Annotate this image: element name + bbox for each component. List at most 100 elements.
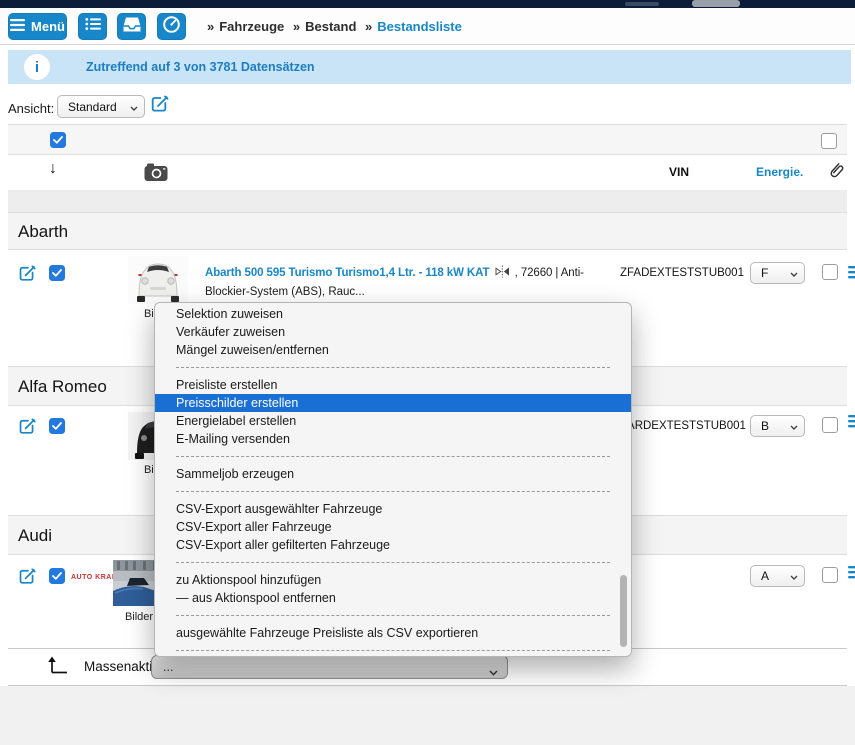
- view-select[interactable]: Standard: [57, 95, 145, 118]
- breadcrumb-separator: »: [293, 19, 300, 34]
- edit-row-icon[interactable]: [17, 566, 38, 592]
- menu-item[interactable]: Mängel zuweisen/entfernen: [155, 341, 631, 359]
- menu-item[interactable]: CSV-Export ausgewählter Fahrzeuge: [155, 500, 631, 518]
- brand-heading: Audi: [18, 526, 52, 546]
- select-all-band: [8, 124, 847, 155]
- inbox-button[interactable]: [117, 13, 146, 40]
- edit-row-icon[interactable]: [17, 263, 38, 289]
- vehicle-title-line: Abarth 500 595 Turismo Turismo1,4 Ltr. -…: [205, 265, 584, 281]
- chevron-down-icon: [790, 569, 798, 583]
- row-right-checkbox[interactable]: [822, 264, 838, 280]
- vehicle-vin: ZFADEXTESTSTUB001: [620, 267, 744, 279]
- hamburger-icon: [10, 18, 25, 36]
- main-toolbar: Menü » Fahrzeuge » Bestand » Bestandsliste: [0, 8, 855, 45]
- bestandsliste-page: Menü »Fahrzeuge »Bestand »Bestandsliste …: [0, 0, 855, 745]
- breadcrumb: » Fahrzeuge » Bestand » Bestandsliste: [202, 19, 462, 34]
- energy-class-select[interactable]: F: [750, 262, 805, 284]
- dealer-logo-text: AUTO KRAL: [71, 574, 117, 581]
- menu-item[interactable]: ausgewählte Fahrzeuge Preisliste als CSV…: [155, 624, 631, 642]
- result-info-bar: i Zutreffend auf 3 von 3781 Datensätzen: [8, 50, 851, 84]
- menu-item[interactable]: — aus Aktionspool entfernen: [155, 589, 631, 607]
- chevron-down-icon: [790, 266, 798, 280]
- select-all-checkbox[interactable]: [50, 132, 66, 148]
- window-chrome-fragment: [692, 0, 740, 7]
- energy-class-value: A: [761, 569, 769, 583]
- menu-button-label: Menü: [31, 19, 65, 34]
- menu-item[interactable]: Preisschilder erstellen: [155, 394, 631, 412]
- menu-item[interactable]: CSV-Export aller Fahrzeuge: [155, 518, 631, 536]
- inbox-icon: [123, 17, 141, 37]
- energy-column-header[interactable]: Energie.: [756, 165, 803, 179]
- window-top-strip: [0, 0, 855, 8]
- paperclip-icon[interactable]: [818, 157, 850, 190]
- spacer-band: [8, 190, 847, 212]
- footer-area: Speichern: [0, 686, 855, 745]
- breadcrumb-current[interactable]: Bestandsliste: [377, 19, 462, 34]
- edit-view-icon[interactable]: [149, 93, 171, 120]
- dashboard-icon: [162, 15, 181, 39]
- row-checkbox[interactable]: [49, 418, 65, 434]
- menu-separator: [176, 359, 610, 368]
- view-select-value: Standard: [68, 100, 117, 114]
- return-arrow-icon: [46, 654, 70, 681]
- row-checkbox[interactable]: [49, 265, 65, 281]
- row-right-checkbox[interactable]: [822, 417, 838, 433]
- breadcrumb-separator: »: [365, 19, 372, 34]
- mass-action-select[interactable]: ...: [151, 655, 508, 679]
- energy-class-select[interactable]: B: [750, 415, 805, 437]
- menu-separator: [176, 642, 610, 651]
- menu-scrollbar-thumb[interactable]: [620, 575, 627, 647]
- result-count-text: Zutreffend auf 3 von 3781 Datensätzen: [86, 60, 315, 74]
- header-right-checkbox[interactable]: [821, 133, 837, 149]
- chevron-down-icon: [130, 100, 138, 114]
- list-view-button[interactable]: [78, 13, 107, 40]
- mass-action-value: ...: [163, 660, 173, 674]
- vehicle-title-link[interactable]: Abarth 500 595 Turismo Turismo1,4 Ltr. -…: [205, 267, 489, 279]
- row-actions-icon-clipped[interactable]: [848, 414, 855, 428]
- menu-separator: [176, 554, 610, 563]
- camera-icon[interactable]: [144, 163, 168, 186]
- edit-row-icon[interactable]: [17, 416, 38, 442]
- flip-icon[interactable]: [495, 265, 510, 281]
- brand-heading: Alfa Romeo: [18, 377, 107, 397]
- vehicle-description: Blockier-System (ABS), Rauc...: [205, 286, 365, 298]
- list-icon: [85, 17, 101, 36]
- column-header-row: ↓ VIN Energie.: [8, 155, 847, 190]
- menu-separator: [176, 483, 610, 492]
- energy-class-select[interactable]: A: [750, 565, 805, 587]
- brand-heading: Abarth: [18, 222, 68, 242]
- menu-item[interactable]: E-Mailing versenden: [155, 430, 631, 448]
- breadcrumb-item-bestand[interactable]: Bestand: [305, 19, 356, 34]
- menu-item[interactable]: zu Aktionspool hinzufügen: [155, 571, 631, 589]
- row-right-checkbox[interactable]: [822, 567, 838, 583]
- chevron-down-icon: [489, 665, 498, 679]
- vin-column-header[interactable]: VIN: [669, 165, 689, 179]
- menu-item[interactable]: Verkäufer zuweisen: [155, 323, 631, 341]
- vehicle-title-suffix: , 72660 | Anti-: [515, 267, 584, 279]
- menu-separator: [176, 448, 610, 457]
- window-chrome-fragment: [625, 2, 659, 6]
- menu-item[interactable]: Selektion zuweisen: [155, 305, 631, 323]
- menu-item[interactable]: Preisliste erstellen: [155, 376, 631, 394]
- row-checkbox[interactable]: [49, 568, 65, 584]
- breadcrumb-separator: »: [207, 19, 214, 34]
- menu-separator: [176, 607, 610, 616]
- menu-items: Selektion zuweisenVerkäufer zuweisenMäng…: [155, 305, 631, 651]
- menu-item[interactable]: CSV-Export aller gefilterten Fahrzeuge: [155, 536, 631, 554]
- energy-class-value: F: [761, 266, 768, 280]
- dashboard-button[interactable]: [157, 13, 186, 40]
- breadcrumb-item-fahrzeuge[interactable]: Fahrzeuge: [219, 19, 284, 34]
- bulk-context-menu: Selektion zuweisenVerkäufer zuweisenMäng…: [154, 302, 632, 657]
- sort-direction-glyph[interactable]: ↓: [49, 160, 57, 178]
- energy-class-value: B: [761, 419, 769, 433]
- view-label: Ansicht:: [8, 101, 54, 116]
- menu-item[interactable]: Energielabel erstellen: [155, 412, 631, 430]
- row-actions-icon-clipped[interactable]: [848, 565, 855, 579]
- chevron-down-icon: [790, 419, 798, 433]
- menu-button[interactable]: Menü: [8, 13, 67, 40]
- brand-band-abarth: Abarth: [8, 212, 847, 250]
- row-actions-icon-clipped[interactable]: [848, 265, 855, 279]
- vehicle-vin: ZARDEXTESTSTUB001: [620, 420, 746, 432]
- info-icon: i: [24, 54, 50, 80]
- menu-item[interactable]: Sammeljob erzeugen: [155, 465, 631, 483]
